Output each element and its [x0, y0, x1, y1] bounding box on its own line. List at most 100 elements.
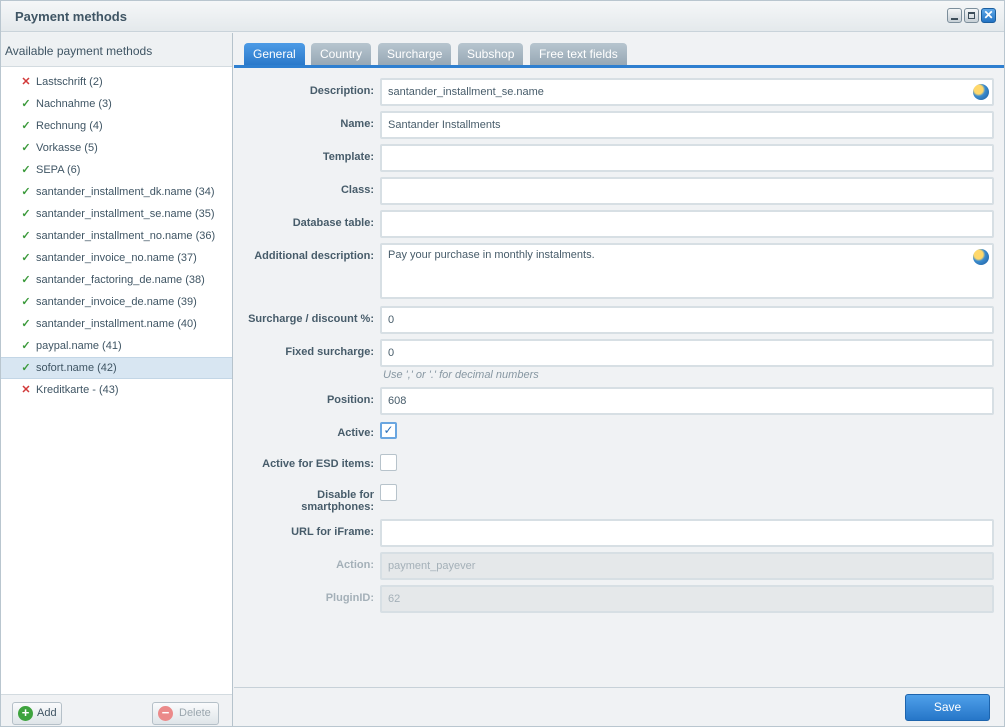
position-label: Position: — [326, 394, 374, 406]
minimize-button[interactable] — [947, 8, 962, 23]
minimize-icon — [951, 18, 958, 20]
close-button[interactable]: ✕ — [981, 8, 996, 23]
plugin-id-field: 62 — [380, 585, 994, 613]
tab-country[interactable]: Country — [311, 43, 372, 65]
detail-toolbar: Save — [234, 687, 1004, 726]
active-checkbox[interactable]: ✓ — [380, 422, 397, 439]
check-icon: ✓ — [21, 98, 31, 110]
close-icon: ✕ — [983, 8, 994, 22]
tab-free-text-fields[interactable]: Free text fields — [530, 43, 627, 65]
save-button[interactable]: Save — [905, 694, 990, 721]
cross-icon: ✕ — [21, 384, 31, 396]
check-icon: ✓ — [21, 208, 31, 220]
tab-general[interactable]: General — [244, 43, 305, 65]
payment-method-item[interactable]: ✓ santander_invoice_de.name (39) — [1, 291, 232, 313]
disable-smartphones-label: Disable for smartphones: — [234, 489, 374, 513]
checkmark-icon: ✓ — [383, 423, 394, 437]
check-icon: ✓ — [21, 340, 31, 352]
payment-methods-window: Payment methods ✕ Available payment meth… — [0, 0, 1005, 727]
globe-icon[interactable] — [973, 249, 989, 265]
action-field: payment_payever — [380, 552, 994, 580]
payment-method-label: Lastschrift (2) — [36, 76, 103, 88]
payment-method-item[interactable]: ✓ paypal.name (41) — [1, 335, 232, 357]
fixed-surcharge-field[interactable]: 0 — [380, 339, 994, 367]
payment-method-label: SEPA (6) — [36, 164, 81, 176]
sidebar-toolbar: + Add − Delete — [1, 694, 232, 726]
database-table-field[interactable] — [380, 210, 994, 238]
tab-bar: General Country Surcharge Subshop Free t… — [234, 33, 1004, 68]
database-table-label: Database table: — [292, 217, 374, 229]
decimal-hint: Use ',' or '.' for decimal numbers — [383, 369, 539, 381]
payment-method-item[interactable]: ✕ Lastschrift (2) — [1, 71, 232, 93]
action-label: Action: — [336, 559, 374, 571]
payment-method-item[interactable]: ✕ Kreditkarte - (43) — [1, 379, 232, 401]
plus-icon: + — [18, 706, 33, 721]
payment-method-label: Kreditkarte - (43) — [36, 384, 119, 396]
url-iframe-field[interactable] — [380, 519, 994, 547]
surcharge-discount-label: Surcharge / discount %: — [248, 313, 374, 325]
check-icon: ✓ — [21, 230, 31, 242]
add-button[interactable]: + Add — [12, 702, 62, 725]
description-field[interactable]: santander_installment_se.name — [380, 78, 994, 106]
payment-method-item[interactable]: ✓ santander_installment_no.name (36) — [1, 225, 232, 247]
payment-method-item[interactable]: ✓ santander_installment.name (40) — [1, 313, 232, 335]
tab-subshop[interactable]: Subshop — [458, 43, 524, 65]
payment-method-item-selected[interactable]: ✓ sofort.name (42) — [1, 357, 232, 379]
payment-method-item[interactable]: ✓ Nachnahme (3) — [1, 93, 232, 115]
class-label: Class: — [340, 184, 374, 196]
sidebar-header: Available payment methods — [1, 33, 232, 67]
payment-method-label: Nachnahme (3) — [36, 98, 112, 110]
payment-method-item[interactable]: ✓ santander_invoice_no.name (37) — [1, 247, 232, 269]
payment-method-label: paypal.name (41) — [36, 340, 122, 352]
class-field[interactable] — [380, 177, 994, 205]
additional-description-value: Pay your purchase in monthly instalments… — [388, 249, 595, 261]
payment-method-item[interactable]: ✓ santander_factoring_de.name (38) — [1, 269, 232, 291]
plugin-id-label: PluginID: — [325, 592, 374, 604]
payment-method-label: santander_factoring_de.name (38) — [36, 274, 205, 286]
additional-description-label: Additional description: — [254, 250, 374, 262]
disable-smartphones-checkbox[interactable] — [380, 484, 397, 501]
fixed-surcharge-label: Fixed surcharge: — [285, 346, 374, 358]
maximize-button[interactable] — [964, 8, 979, 23]
check-icon: ✓ — [21, 362, 31, 374]
payment-method-item[interactable]: ✓ Vorkasse (5) — [1, 137, 232, 159]
template-field[interactable] — [380, 144, 994, 172]
name-field[interactable]: Santander Installments — [380, 111, 994, 139]
name-label: Name: — [340, 118, 374, 130]
check-icon: ✓ — [21, 186, 31, 198]
minus-icon: − — [158, 706, 173, 721]
check-icon: ✓ — [21, 252, 31, 264]
additional-description-textarea[interactable]: Pay your purchase in monthly instalments… — [380, 243, 994, 299]
check-icon: ✓ — [21, 296, 31, 308]
payment-method-label: sofort.name (42) — [36, 362, 117, 374]
payment-method-label: Vorkasse (5) — [36, 142, 98, 154]
payment-method-label: santander_invoice_no.name (37) — [36, 252, 197, 264]
check-icon: ✓ — [21, 120, 31, 132]
payment-method-label: Rechnung (4) — [36, 120, 103, 132]
surcharge-discount-field[interactable]: 0 — [380, 306, 994, 334]
globe-icon[interactable] — [973, 84, 989, 100]
delete-button[interactable]: − Delete — [152, 702, 219, 725]
url-iframe-label: URL for iFrame: — [291, 526, 374, 538]
delete-button-label: Delete — [179, 707, 211, 719]
description-label: Description: — [309, 85, 374, 97]
disable-smartphones-label-line2: smartphones: — [301, 501, 374, 513]
template-label: Template: — [322, 151, 374, 163]
payment-method-label: santander_installment_no.name (36) — [36, 230, 216, 242]
window-titlebar[interactable]: Payment methods ✕ — [1, 1, 1004, 32]
check-icon: ✓ — [21, 142, 31, 154]
position-field[interactable]: 608 — [380, 387, 994, 415]
payment-method-item[interactable]: ✓ santander_installment_se.name (35) — [1, 203, 232, 225]
window-title: Payment methods — [15, 9, 127, 24]
tab-surcharge[interactable]: Surcharge — [378, 43, 452, 65]
payment-method-item[interactable]: ✓ SEPA (6) — [1, 159, 232, 181]
check-icon: ✓ — [21, 318, 31, 330]
cross-icon: ✕ — [21, 76, 31, 88]
payment-method-label: santander_installment.name (40) — [36, 318, 197, 330]
payment-methods-sidebar: Available payment methods ✕ Lastschrift (… — [1, 33, 233, 726]
payment-method-item[interactable]: ✓ Rechnung (4) — [1, 115, 232, 137]
payment-method-label: santander_installment_se.name (35) — [36, 208, 215, 220]
payment-method-label: santander_installment_dk.name (34) — [36, 186, 215, 198]
active-esd-checkbox[interactable] — [380, 454, 397, 471]
payment-method-item[interactable]: ✓ santander_installment_dk.name (34) — [1, 181, 232, 203]
